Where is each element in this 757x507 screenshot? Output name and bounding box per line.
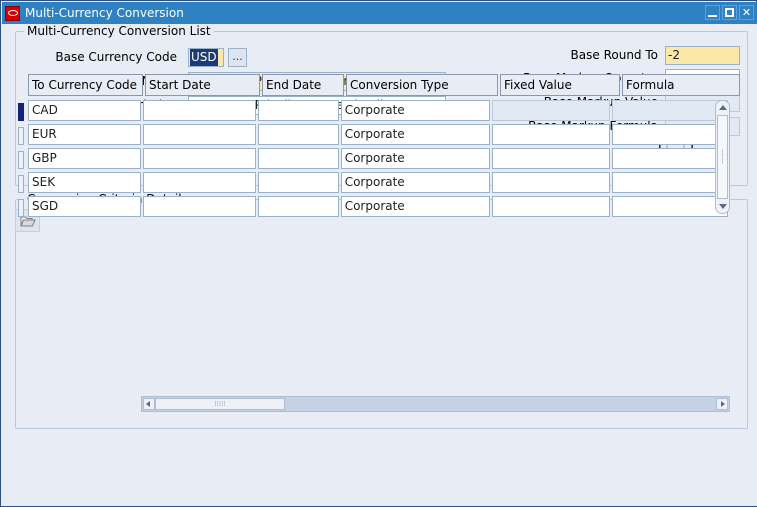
base-round-to-label: Base Round To	[570, 48, 658, 62]
grip-dots-icon: ⁞⁞⁞⁞⁞	[214, 399, 226, 408]
column-header-to-currency-code[interactable]: To Currency Code	[28, 74, 143, 96]
scroll-left-button[interactable]	[143, 398, 155, 410]
cell-start-date[interactable]	[143, 172, 257, 193]
scroll-left-icon	[146, 401, 150, 407]
window-controls: ✕	[705, 5, 754, 20]
cell-fixed-value	[492, 100, 610, 121]
vertical-scroll-thumb[interactable]: ⁞ ⁞ ⁞	[717, 115, 728, 199]
table-row[interactable]: SGD Corporate	[28, 196, 730, 220]
grid-header-row: To Currency Code Start Date End Date Con…	[28, 74, 742, 96]
minimize-button[interactable]	[705, 5, 720, 20]
scroll-down-icon[interactable]	[719, 204, 727, 209]
table-row[interactable]: EUR Corporate	[28, 124, 730, 148]
cell-end-date[interactable]	[258, 100, 339, 121]
scroll-right-icon	[721, 401, 725, 407]
cell-to-currency-code[interactable]: CAD	[28, 100, 142, 121]
record-indicator[interactable]	[15, 172, 27, 196]
table-row[interactable]: GBP Corporate	[28, 148, 730, 172]
column-header-formula[interactable]: Formula	[622, 74, 740, 96]
record-indicator[interactable]	[15, 148, 27, 172]
cell-start-date[interactable]	[143, 196, 257, 217]
maximize-icon	[725, 8, 734, 17]
close-button[interactable]: ✕	[739, 5, 754, 20]
cell-end-date[interactable]	[258, 148, 339, 169]
conversion-list-group-legend: Multi-Currency Conversion List	[24, 24, 214, 38]
oracle-logo-icon	[5, 5, 20, 21]
column-header-start-date[interactable]: Start Date	[145, 74, 260, 96]
cell-formula[interactable]	[612, 172, 728, 193]
minimize-icon	[708, 15, 717, 17]
grid-body: CAD Corporate EUR Corporate GBP Corporat…	[28, 100, 730, 220]
maximize-button[interactable]	[722, 5, 737, 20]
base-currency-code-label: Base Currency Code	[55, 50, 177, 64]
record-indicator[interactable]	[15, 100, 27, 124]
cell-fixed-value[interactable]	[492, 124, 610, 145]
cell-to-currency-code[interactable]: GBP	[28, 148, 142, 169]
title-bar[interactable]: Multi-Currency Conversion ✕	[2, 2, 757, 24]
conversion-criteria-grid: To Currency Code Start Date End Date Con…	[15, 74, 740, 217]
base-currency-code-lov-button[interactable]: ...	[228, 48, 247, 67]
scroll-up-icon[interactable]	[719, 105, 727, 110]
cell-conversion-type[interactable]: Corporate	[340, 100, 491, 121]
column-header-conversion-type[interactable]: Conversion Type	[346, 74, 498, 96]
cell-formula	[612, 100, 728, 121]
column-header-end-date[interactable]: End Date	[262, 74, 344, 96]
grip-dots-icon: ⁞ ⁞ ⁞	[721, 147, 724, 166]
cell-conversion-type[interactable]: Corporate	[340, 124, 491, 145]
table-row[interactable]: SEK Corporate	[28, 172, 730, 196]
cell-conversion-type[interactable]: Corporate	[340, 196, 491, 217]
record-indicator-gutter	[15, 100, 27, 217]
cell-start-date[interactable]	[143, 100, 257, 121]
base-round-to-input[interactable]: -2	[665, 46, 740, 65]
criteria-detail-group: Conversion Criteria Detail	[15, 192, 748, 429]
cell-conversion-type[interactable]: Corporate	[340, 148, 491, 169]
cell-conversion-type[interactable]: Corporate	[340, 172, 491, 193]
cell-end-date[interactable]	[258, 196, 339, 217]
grid-vertical-scrollbar[interactable]: ⁞ ⁞ ⁞	[715, 100, 730, 214]
base-currency-code-value: USD	[190, 49, 218, 66]
cell-to-currency-code[interactable]: EUR	[28, 124, 142, 145]
cell-formula[interactable]	[612, 196, 728, 217]
horizontal-scroll-thumb[interactable]: ⁞⁞⁞⁞⁞	[155, 398, 285, 410]
client-area: Multi-Currency Conversion List Base Curr…	[2, 24, 757, 506]
cell-to-currency-code[interactable]: SEK	[28, 172, 142, 193]
cell-start-date[interactable]	[143, 124, 257, 145]
table-row[interactable]: CAD Corporate	[28, 100, 730, 124]
cell-fixed-value[interactable]	[492, 172, 610, 193]
record-indicator[interactable]	[15, 196, 27, 220]
grid-horizontal-scrollbar[interactable]: ⁞⁞⁞⁞⁞	[141, 396, 730, 412]
application-window: Multi-Currency Conversion ✕ Multi-Curren…	[0, 0, 757, 507]
cell-end-date[interactable]	[258, 124, 339, 145]
close-icon: ✕	[741, 6, 752, 19]
cell-fixed-value[interactable]	[492, 148, 610, 169]
cell-fixed-value[interactable]	[492, 196, 610, 217]
cell-to-currency-code[interactable]: SGD	[28, 196, 142, 217]
cell-end-date[interactable]	[258, 172, 339, 193]
column-header-fixed-value[interactable]: Fixed Value	[500, 74, 620, 96]
cell-start-date[interactable]	[143, 148, 257, 169]
base-currency-code-input[interactable]: USD	[188, 48, 224, 67]
cell-formula[interactable]	[612, 148, 728, 169]
record-indicator[interactable]	[15, 124, 27, 148]
cell-formula[interactable]	[612, 124, 728, 145]
scroll-right-button[interactable]	[716, 398, 728, 410]
window-title: Multi-Currency Conversion	[25, 6, 184, 20]
